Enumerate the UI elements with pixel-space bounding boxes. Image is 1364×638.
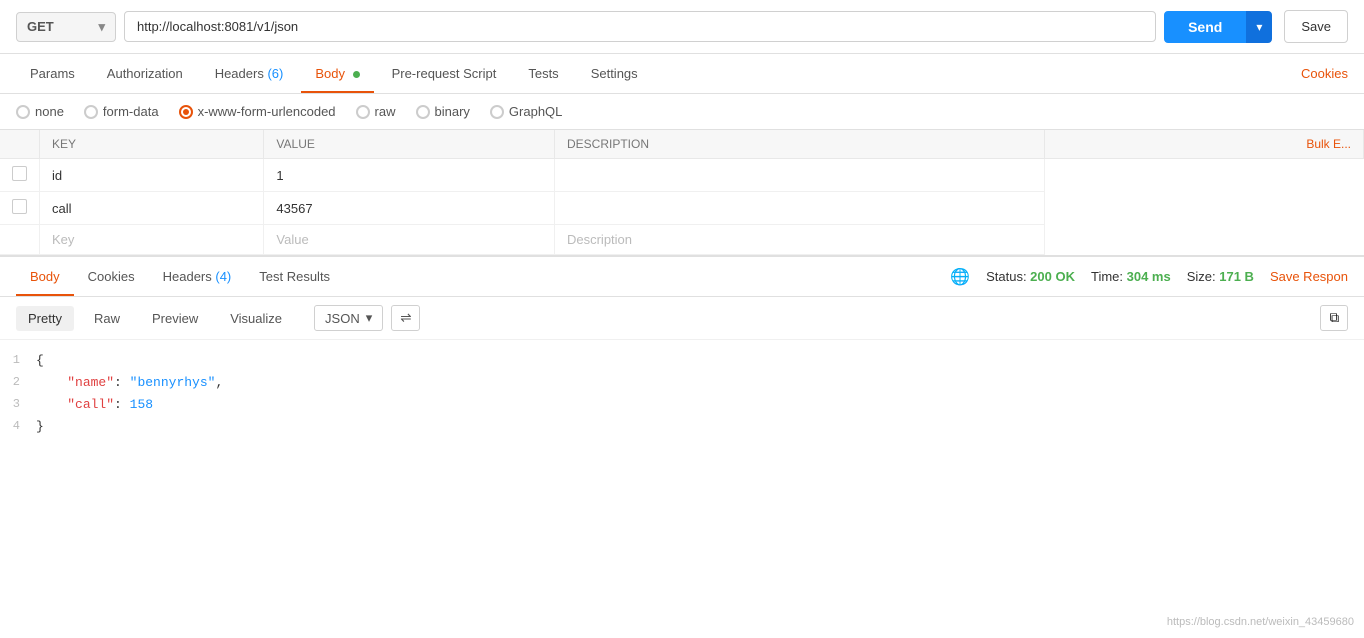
- response-code-view: 1 { 2 "name": "bennyrhys", 3 "call": 158…: [0, 340, 1364, 438]
- response-status-area: 🌐 Status: 200 OK Time: 304 ms Size: 171 …: [950, 267, 1348, 287]
- row1-key[interactable]: id: [40, 159, 264, 192]
- save-button[interactable]: Save: [1284, 10, 1348, 43]
- radio-circle-binary: [416, 105, 430, 119]
- row2-checkbox[interactable]: [12, 199, 27, 214]
- row1-description[interactable]: [554, 159, 1044, 192]
- method-label: GET: [27, 19, 54, 34]
- url-bar: GET ▾ Send ▾ Save: [0, 0, 1364, 54]
- body-active-dot: [353, 71, 360, 78]
- request-tab-nav: Params Authorization Headers (6) Body Pr…: [0, 54, 1364, 94]
- tab-cookies[interactable]: Cookies: [1301, 54, 1348, 93]
- table-row-placeholder: Key Value Description: [0, 225, 1364, 255]
- fmt-tab-raw[interactable]: Raw: [82, 306, 132, 331]
- radio-circle-form-data: [84, 105, 98, 119]
- table-row: call 43567: [0, 192, 1364, 225]
- radio-circle-urlencoded: [179, 105, 193, 119]
- row2-value[interactable]: 43567: [264, 192, 555, 225]
- row3-check-cell: [0, 225, 40, 255]
- status-label: Status: 200 OK: [986, 269, 1075, 284]
- row1-value[interactable]: 1: [264, 159, 555, 192]
- row3-value-placeholder[interactable]: Value: [264, 225, 555, 255]
- resp-tab-headers[interactable]: Headers (4): [149, 257, 246, 296]
- code-line-1: 1 {: [0, 350, 1348, 372]
- col-value: VALUE: [264, 130, 555, 159]
- wrap-icon: ⇌: [400, 310, 411, 326]
- row2-key[interactable]: call: [40, 192, 264, 225]
- radio-binary[interactable]: binary: [416, 104, 470, 119]
- radio-graphql[interactable]: GraphQL: [490, 104, 562, 119]
- fmt-tab-visualize[interactable]: Visualize: [218, 306, 294, 331]
- row3-description-placeholder[interactable]: Description: [554, 225, 1044, 255]
- send-button[interactable]: Send: [1164, 11, 1246, 43]
- tab-params[interactable]: Params: [16, 54, 89, 93]
- json-select-chevron-icon: ▾: [366, 310, 373, 326]
- body-type-row: none form-data x-www-form-urlencoded raw…: [0, 94, 1364, 130]
- send-dropdown-button[interactable]: ▾: [1246, 11, 1272, 43]
- time-label: Time: 304 ms: [1091, 269, 1171, 284]
- col-key: KEY: [40, 130, 264, 159]
- watermark: https://blog.csdn.net/weixin_43459680: [1167, 616, 1354, 628]
- resp-tab-test-results[interactable]: Test Results: [245, 257, 344, 296]
- radio-raw[interactable]: raw: [356, 104, 396, 119]
- status-value: 200 OK: [1030, 269, 1075, 284]
- save-response-button[interactable]: Save Respon: [1270, 269, 1348, 284]
- code-line-4: 4 }: [0, 416, 1348, 438]
- row2-description[interactable]: [554, 192, 1044, 225]
- tab-tests[interactable]: Tests: [514, 54, 572, 93]
- row2-check-cell[interactable]: [0, 192, 40, 225]
- globe-icon: 🌐: [950, 267, 970, 287]
- col-description: DESCRIPTION: [554, 130, 1044, 159]
- params-table: KEY VALUE DESCRIPTION Bulk E... id 1 cal…: [0, 130, 1364, 255]
- col-bulk[interactable]: Bulk E...: [1044, 130, 1363, 159]
- method-select[interactable]: GET ▾: [16, 12, 116, 42]
- resp-tab-cookies[interactable]: Cookies: [74, 257, 149, 296]
- url-input[interactable]: [124, 11, 1156, 42]
- size-label: Size: 171 B: [1187, 269, 1254, 284]
- response-tabs-bar: Body Cookies Headers (4) Test Results 🌐 …: [0, 255, 1364, 297]
- copy-icon: ⧉: [1329, 310, 1339, 325]
- fmt-tab-pretty[interactable]: Pretty: [16, 306, 74, 331]
- radio-x-www-form-urlencoded[interactable]: x-www-form-urlencoded: [179, 104, 336, 119]
- row3-key-placeholder[interactable]: Key: [40, 225, 264, 255]
- table-row: id 1: [0, 159, 1364, 192]
- tab-body[interactable]: Body: [301, 54, 373, 93]
- copy-button[interactable]: ⧉: [1320, 305, 1348, 331]
- resp-tab-body[interactable]: Body: [16, 257, 74, 296]
- tab-settings[interactable]: Settings: [577, 54, 652, 93]
- json-format-select[interactable]: JSON ▾: [314, 305, 383, 331]
- method-chevron-icon: ▾: [98, 19, 105, 35]
- radio-circle-graphql: [490, 105, 504, 119]
- radio-circle-none: [16, 105, 30, 119]
- radio-circle-raw: [356, 105, 370, 119]
- code-line-3: 3 "call": 158: [0, 394, 1348, 416]
- tab-headers[interactable]: Headers (6): [201, 54, 298, 93]
- row1-check-cell[interactable]: [0, 159, 40, 192]
- wrap-button[interactable]: ⇌: [391, 305, 420, 331]
- time-value: 304 ms: [1127, 269, 1171, 284]
- col-check: [0, 130, 40, 159]
- size-value: 171 B: [1219, 269, 1254, 284]
- radio-none[interactable]: none: [16, 104, 64, 119]
- fmt-tab-preview[interactable]: Preview: [140, 306, 210, 331]
- response-format-bar: Pretty Raw Preview Visualize JSON ▾ ⇌ ⧉: [0, 297, 1364, 340]
- radio-form-data[interactable]: form-data: [84, 104, 159, 119]
- send-btn-group: Send ▾: [1164, 11, 1272, 43]
- tab-pre-request-script[interactable]: Pre-request Script: [378, 54, 511, 93]
- code-line-2: 2 "name": "bennyrhys",: [0, 372, 1348, 394]
- row1-checkbox[interactable]: [12, 166, 27, 181]
- tab-authorization[interactable]: Authorization: [93, 54, 197, 93]
